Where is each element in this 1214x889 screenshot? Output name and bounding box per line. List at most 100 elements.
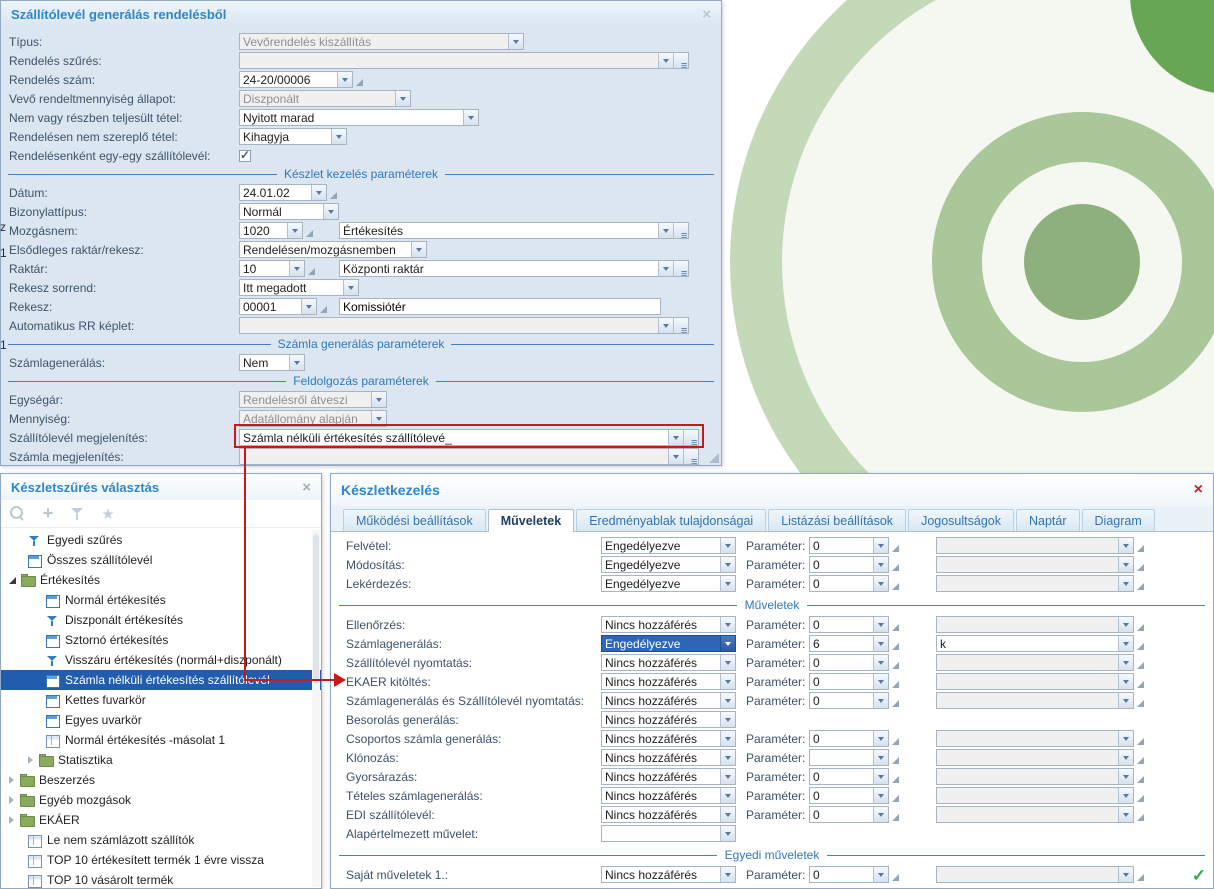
- chevron-down-icon[interactable]: [720, 538, 735, 553]
- param-combobox[interactable]: 0: [809, 575, 889, 592]
- auto-rr-combobox[interactable]: [239, 317, 689, 334]
- chevron-down-icon[interactable]: [343, 280, 358, 295]
- param-combobox[interactable]: 0: [809, 866, 889, 883]
- tree-item[interactable]: EKÁER: [1, 810, 321, 830]
- chevron-down-icon[interactable]: [289, 355, 304, 370]
- access-combobox[interactable]: Nincs hozzáférés: [601, 616, 736, 633]
- tab-naptar[interactable]: Naptár: [1016, 509, 1080, 531]
- tree-item[interactable]: Le nem számlázott szállítók: [1, 830, 321, 850]
- raktar-name-combobox[interactable]: Központi raktár: [339, 260, 689, 277]
- list-menu-icon[interactable]: [673, 261, 688, 276]
- access-combobox[interactable]: [601, 825, 736, 842]
- collapsed-arrow-icon[interactable]: [9, 796, 14, 804]
- chevron-down-icon[interactable]: [311, 185, 326, 200]
- chevron-down-icon[interactable]: [873, 769, 888, 784]
- chevron-down-icon[interactable]: [720, 750, 735, 765]
- extra-combobox[interactable]: [936, 654, 1134, 671]
- chevron-down-icon[interactable]: [395, 91, 410, 106]
- chevron-down-icon[interactable]: [331, 129, 346, 144]
- chevron-down-icon[interactable]: [508, 34, 523, 49]
- tree-item[interactable]: Egyedi szűrés: [1, 530, 321, 550]
- chevron-down-icon[interactable]: [1118, 617, 1133, 632]
- elsodleges-combobox[interactable]: Rendelésen/mozgásnemben: [239, 241, 427, 258]
- chevron-down-icon[interactable]: [873, 674, 888, 689]
- close-icon[interactable]: ×: [1194, 482, 1203, 498]
- tree-item[interactable]: Kettes fuvarkör: [1, 690, 321, 710]
- scrollbar[interactable]: [312, 530, 320, 887]
- rekesz-name-field[interactable]: Komissiótér: [339, 298, 661, 315]
- chevron-down-icon[interactable]: [1118, 807, 1133, 822]
- nem-teljesult-combobox[interactable]: Nyitott marad: [239, 109, 479, 126]
- chevron-down-icon[interactable]: [873, 576, 888, 591]
- chevron-down-icon[interactable]: [873, 807, 888, 822]
- chevron-down-icon[interactable]: [873, 788, 888, 803]
- chevron-down-icon[interactable]: [720, 826, 735, 841]
- confirm-check-icon[interactable]: ✓: [1192, 866, 1206, 886]
- szamlageneralas-combobox[interactable]: Nem: [239, 354, 305, 371]
- extra-combobox[interactable]: [936, 616, 1134, 633]
- chevron-down-icon[interactable]: [720, 557, 735, 572]
- access-combobox[interactable]: Engedélyezve: [601, 537, 736, 554]
- chevron-down-icon[interactable]: [658, 53, 673, 68]
- chevron-down-icon[interactable]: [873, 636, 888, 651]
- chevron-down-icon[interactable]: [1118, 867, 1133, 882]
- access-combobox[interactable]: Nincs hozzáférés: [601, 787, 736, 804]
- chevron-down-icon[interactable]: [1118, 750, 1133, 765]
- extra-combobox[interactable]: [936, 537, 1134, 554]
- egy-szallitolevel-checkbox[interactable]: [239, 150, 251, 162]
- param-combobox[interactable]: 0: [809, 787, 889, 804]
- param-combobox[interactable]: 0: [809, 692, 889, 709]
- param-combobox[interactable]: [809, 749, 889, 766]
- tab-listazasi-beallitasok[interactable]: Listázási beállítások: [768, 509, 906, 531]
- chevron-down-icon[interactable]: [873, 731, 888, 746]
- chevron-down-icon[interactable]: [1118, 655, 1133, 670]
- chevron-down-icon[interactable]: [463, 110, 478, 125]
- tree-item[interactable]: Normál értékesítés -másolat 1: [1, 730, 321, 750]
- chevron-down-icon[interactable]: [873, 538, 888, 553]
- filter-icon[interactable]: [69, 505, 87, 523]
- access-combobox[interactable]: Nincs hozzáférés: [601, 749, 736, 766]
- access-combobox[interactable]: Nincs hozzáférés: [601, 654, 736, 671]
- chevron-down-icon[interactable]: [1118, 557, 1133, 572]
- access-combobox[interactable]: Nincs hozzáférés: [601, 768, 736, 785]
- tree-item[interactable]: Beszerzés: [1, 770, 321, 790]
- extra-combobox[interactable]: [936, 768, 1134, 785]
- chevron-down-icon[interactable]: [1118, 538, 1133, 553]
- scrollbar-thumb[interactable]: [313, 534, 319, 684]
- tree-item[interactable]: Sztornó értékesítés: [1, 630, 321, 650]
- chevron-down-icon[interactable]: [720, 674, 735, 689]
- extra-combobox[interactable]: [936, 730, 1134, 747]
- chevron-down-icon[interactable]: [1118, 674, 1133, 689]
- tab-jogosultsagok[interactable]: Jogosultságok: [908, 509, 1014, 531]
- param-combobox[interactable]: 0: [809, 537, 889, 554]
- chevron-down-icon[interactable]: [1118, 788, 1133, 803]
- list-menu-icon[interactable]: [673, 53, 688, 68]
- chevron-down-icon[interactable]: [658, 261, 673, 276]
- extra-combobox[interactable]: k: [936, 635, 1134, 652]
- chevron-down-icon[interactable]: [720, 788, 735, 803]
- param-combobox[interactable]: 6: [809, 635, 889, 652]
- chevron-down-icon[interactable]: [658, 318, 673, 333]
- param-combobox[interactable]: 0: [809, 730, 889, 747]
- egysegar-combobox[interactable]: Rendelésről átveszi: [239, 391, 387, 408]
- chevron-down-icon[interactable]: [1118, 769, 1133, 784]
- extra-combobox[interactable]: [936, 556, 1134, 573]
- collapsed-arrow-icon[interactable]: [9, 816, 14, 824]
- bizonylattipus-combobox[interactable]: Normál: [239, 203, 339, 220]
- chevron-down-icon[interactable]: [411, 242, 426, 257]
- tab-muveletek[interactable]: Műveletek: [488, 509, 574, 532]
- access-combobox[interactable]: Engedélyezve: [601, 575, 736, 592]
- close-icon[interactable]: ×: [702, 7, 711, 22]
- chevron-down-icon[interactable]: [720, 769, 735, 784]
- param-combobox[interactable]: 0: [809, 654, 889, 671]
- tree-item[interactable]: Normál értékesítés: [1, 590, 321, 610]
- access-combobox[interactable]: Nincs hozzáférés: [601, 711, 736, 728]
- access-combobox-selected[interactable]: Engedélyezve: [601, 635, 736, 652]
- extra-combobox[interactable]: [936, 866, 1134, 883]
- search-icon[interactable]: [9, 505, 27, 523]
- list-menu-icon[interactable]: [673, 318, 688, 333]
- extra-combobox[interactable]: [936, 673, 1134, 690]
- chevron-down-icon[interactable]: [873, 617, 888, 632]
- extra-combobox[interactable]: [936, 787, 1134, 804]
- access-combobox[interactable]: Nincs hozzáférés: [601, 730, 736, 747]
